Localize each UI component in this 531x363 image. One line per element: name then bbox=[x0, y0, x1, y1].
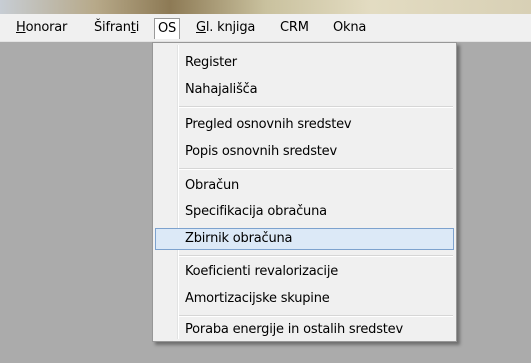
menu-item-popis-osnovnih-sredstev[interactable]: Popis osnovnih sredstev bbox=[155, 141, 454, 163]
menu-item-specifikacija-obracuna[interactable]: Specifikacija obračuna bbox=[155, 201, 454, 223]
menu-item-amortizacijske-skupine[interactable]: Amortizacijske skupine bbox=[155, 288, 454, 310]
menu-sifranti[interactable]: Šifranti bbox=[94, 19, 139, 37]
menu-item-register[interactable]: Register bbox=[155, 52, 454, 74]
menu-item-nahajalisca[interactable]: Nahajališča bbox=[155, 79, 454, 101]
menu-item-koeficienti-revalorizacije[interactable]: Koeficienti revalorizacije bbox=[155, 261, 454, 283]
menu-item-zbirnik-obracuna[interactable]: Zbirnik obračuna bbox=[155, 228, 454, 250]
menu-item-pregled-osnovnih-sredstev[interactable]: Pregled osnovnih sredstev bbox=[155, 114, 454, 136]
os-dropdown-menu: Register Nahajališča Pregled osnovnih sr… bbox=[152, 42, 457, 342]
menu-item-poraba-energije[interactable]: Poraba energije in ostalih sredstev bbox=[155, 319, 454, 341]
menu-honorar-label: onorar bbox=[25, 20, 68, 35]
window-title-strip bbox=[0, 0, 531, 14]
menu-gl-knjiga-accelerator: G bbox=[196, 20, 206, 35]
menu-okna-label: Okna bbox=[333, 20, 367, 35]
menu-crm[interactable]: CRM bbox=[280, 19, 309, 37]
menu-sifranti-label-pre: Šifran bbox=[94, 20, 131, 35]
menu-honorar-accelerator: H bbox=[16, 20, 26, 35]
menu-os-label: OS bbox=[158, 21, 177, 36]
menu-separator bbox=[179, 168, 453, 170]
menu-separator bbox=[179, 255, 453, 257]
menu-gl-knjiga-label: l. knjiga bbox=[205, 20, 256, 35]
menu-gl-knjiga[interactable]: Gl. knjiga bbox=[196, 19, 255, 37]
menu-separator bbox=[179, 106, 453, 108]
menu-bar: Honorar Šifranti OS Gl. knjiga CRM Okna bbox=[0, 14, 531, 42]
menu-item-obracun[interactable]: Obračun bbox=[155, 175, 454, 197]
menu-honorar[interactable]: Honorar bbox=[16, 19, 67, 37]
menu-separator bbox=[179, 315, 453, 317]
menu-os[interactable]: OS bbox=[154, 18, 181, 39]
menu-sifranti-label-rest: i bbox=[135, 20, 140, 35]
menu-crm-label: CRM bbox=[280, 20, 309, 35]
menu-okna[interactable]: Okna bbox=[333, 19, 366, 37]
